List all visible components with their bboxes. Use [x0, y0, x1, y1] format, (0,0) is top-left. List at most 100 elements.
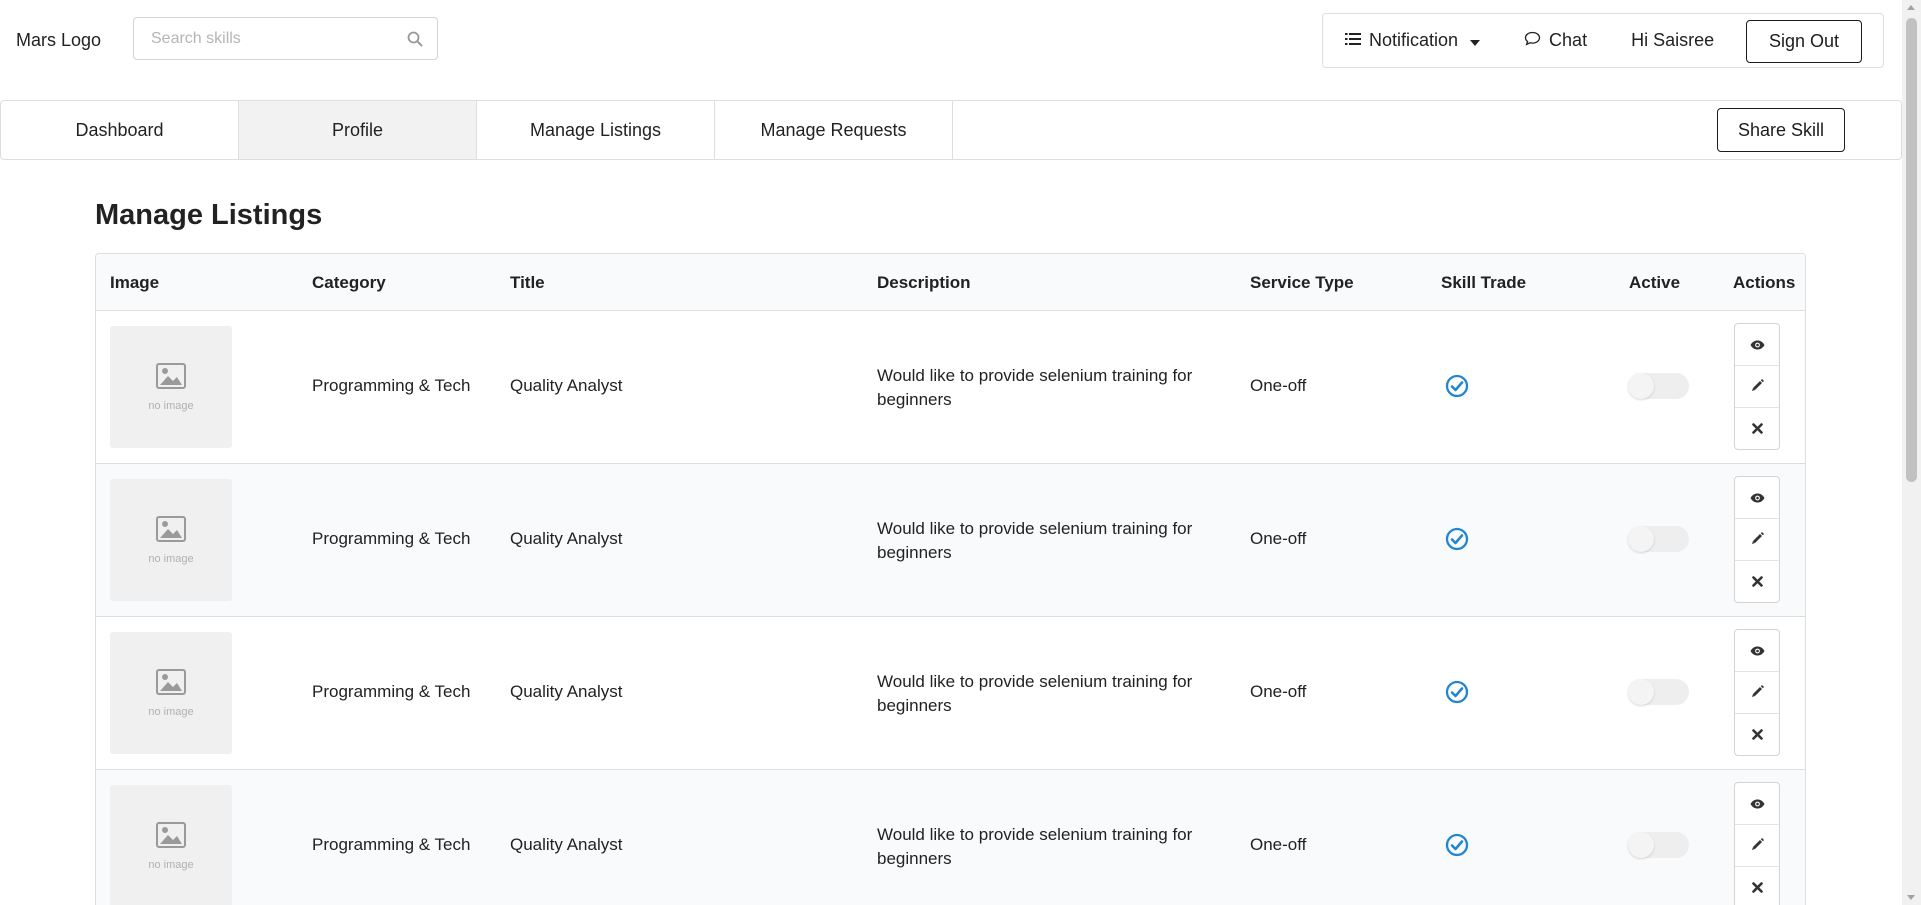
service-type-cell: One-off: [1250, 529, 1307, 548]
page-scrollbar[interactable]: [1902, 0, 1921, 905]
delete-button[interactable]: [1735, 714, 1779, 755]
check-circle-icon: [1445, 680, 1469, 704]
view-button[interactable]: [1735, 324, 1779, 366]
toggle-knob: [1628, 679, 1654, 705]
close-icon: [1751, 418, 1763, 439]
listing-image: no image: [110, 479, 232, 601]
active-toggle[interactable]: [1628, 832, 1689, 858]
tab-manage-listings[interactable]: Manage Listings: [477, 101, 715, 159]
table-row: no image Programming & Tech Quality Anal…: [96, 464, 1805, 617]
app-viewport: Mars Logo Notification Chat Hi Saisree S…: [0, 0, 1902, 905]
service-type-cell: One-off: [1250, 376, 1307, 395]
check-circle-icon: [1445, 374, 1469, 398]
edit-button[interactable]: [1735, 366, 1779, 408]
eye-icon: [1750, 334, 1765, 355]
chat-label: Chat: [1549, 30, 1588, 50]
view-button[interactable]: [1735, 477, 1779, 519]
view-button[interactable]: [1735, 630, 1779, 672]
no-image-text: no image: [148, 705, 194, 718]
active-toggle[interactable]: [1628, 526, 1689, 552]
tab-profile[interactable]: Profile: [239, 101, 477, 159]
image-icon: [156, 515, 186, 547]
edit-button[interactable]: [1735, 519, 1779, 561]
view-button[interactable]: [1735, 783, 1779, 825]
close-icon: [1751, 877, 1763, 898]
image-icon: [156, 362, 186, 394]
pencil-icon: [1751, 835, 1764, 856]
search-icon[interactable]: [405, 29, 425, 49]
category-cell: Programming & Tech: [312, 529, 471, 548]
column-header-title: Title: [510, 273, 545, 292]
pencil-icon: [1751, 376, 1764, 397]
column-header-category: Category: [312, 273, 386, 292]
search-input[interactable]: [134, 17, 405, 60]
title-cell: Quality Analyst: [510, 376, 623, 395]
scroll-down-arrow-icon[interactable]: [1907, 895, 1915, 900]
service-type-cell: One-off: [1250, 835, 1307, 854]
tab-manage-requests[interactable]: Manage Requests: [715, 101, 953, 159]
active-toggle[interactable]: [1628, 373, 1689, 399]
edit-button[interactable]: [1735, 825, 1779, 867]
column-header-image: Image: [110, 273, 160, 292]
listing-image: no image: [110, 326, 232, 448]
eye-icon: [1750, 487, 1765, 508]
listing-image: no image: [110, 632, 232, 754]
no-image-text: no image: [148, 858, 194, 871]
title-cell: Quality Analyst: [510, 682, 623, 701]
caret-down-icon: [1470, 30, 1481, 51]
site-logo[interactable]: Mars Logo: [16, 30, 101, 51]
service-type-cell: One-off: [1250, 682, 1307, 701]
check-circle-icon: [1445, 527, 1469, 551]
image-icon: [156, 668, 186, 700]
share-skill-button[interactable]: Share Skill: [1717, 108, 1845, 152]
delete-button[interactable]: [1735, 867, 1779, 905]
listing-image: no image: [110, 785, 232, 905]
column-header-service-type: Service Type: [1250, 273, 1354, 292]
row-actions: [1734, 476, 1780, 603]
pencil-icon: [1751, 529, 1764, 550]
main-tab-bar: Dashboard Profile Manage Listings Manage…: [0, 100, 1902, 160]
table-header: Image Category Title Description Service…: [96, 254, 1805, 311]
user-menu: Notification Chat Hi Saisree Sign Out: [1322, 13, 1884, 68]
eye-icon: [1750, 640, 1765, 661]
no-image-text: no image: [148, 552, 194, 565]
notification-dropdown[interactable]: Notification: [1345, 30, 1481, 51]
eye-icon: [1750, 793, 1765, 814]
page-title: Manage Listings: [95, 199, 323, 231]
delete-button[interactable]: [1735, 561, 1779, 602]
title-cell: Quality Analyst: [510, 835, 623, 854]
user-greeting[interactable]: Hi Saisree: [1631, 30, 1714, 51]
toggle-knob: [1628, 832, 1654, 858]
table-row: no image Programming & Tech Quality Anal…: [96, 311, 1805, 464]
no-image-text: no image: [148, 399, 194, 412]
close-icon: [1751, 724, 1763, 745]
column-header-skill-trade: Skill Trade: [1441, 273, 1527, 292]
scroll-up-arrow-icon[interactable]: [1907, 5, 1915, 10]
category-cell: Programming & Tech: [312, 835, 471, 854]
notification-label: Notification: [1369, 30, 1459, 50]
check-circle-icon: [1445, 833, 1469, 857]
image-icon: [156, 821, 186, 853]
sign-out-button[interactable]: Sign Out: [1746, 20, 1862, 63]
row-actions: [1734, 629, 1780, 756]
description-cell: Would like to provide selenium training …: [877, 519, 1193, 562]
category-cell: Programming & Tech: [312, 376, 471, 395]
active-toggle[interactable]: [1628, 679, 1689, 705]
tab-dashboard[interactable]: Dashboard: [1, 101, 239, 159]
column-header-description: Description: [877, 273, 971, 292]
listings-table: Image Category Title Description Service…: [95, 253, 1806, 905]
list-icon: [1345, 30, 1361, 51]
delete-button[interactable]: [1735, 408, 1779, 449]
scrollbar-thumb[interactable]: [1906, 18, 1917, 482]
toggle-knob: [1628, 373, 1654, 399]
description-cell: Would like to provide selenium training …: [877, 366, 1193, 409]
search-box: [133, 17, 438, 60]
close-icon: [1751, 571, 1763, 592]
chat-link[interactable]: Chat: [1524, 30, 1587, 51]
description-cell: Would like to provide selenium training …: [877, 672, 1193, 715]
category-cell: Programming & Tech: [312, 682, 471, 701]
edit-button[interactable]: [1735, 672, 1779, 714]
column-header-actions: Actions: [1733, 273, 1796, 292]
toggle-knob: [1628, 526, 1654, 552]
row-actions: [1734, 782, 1780, 905]
